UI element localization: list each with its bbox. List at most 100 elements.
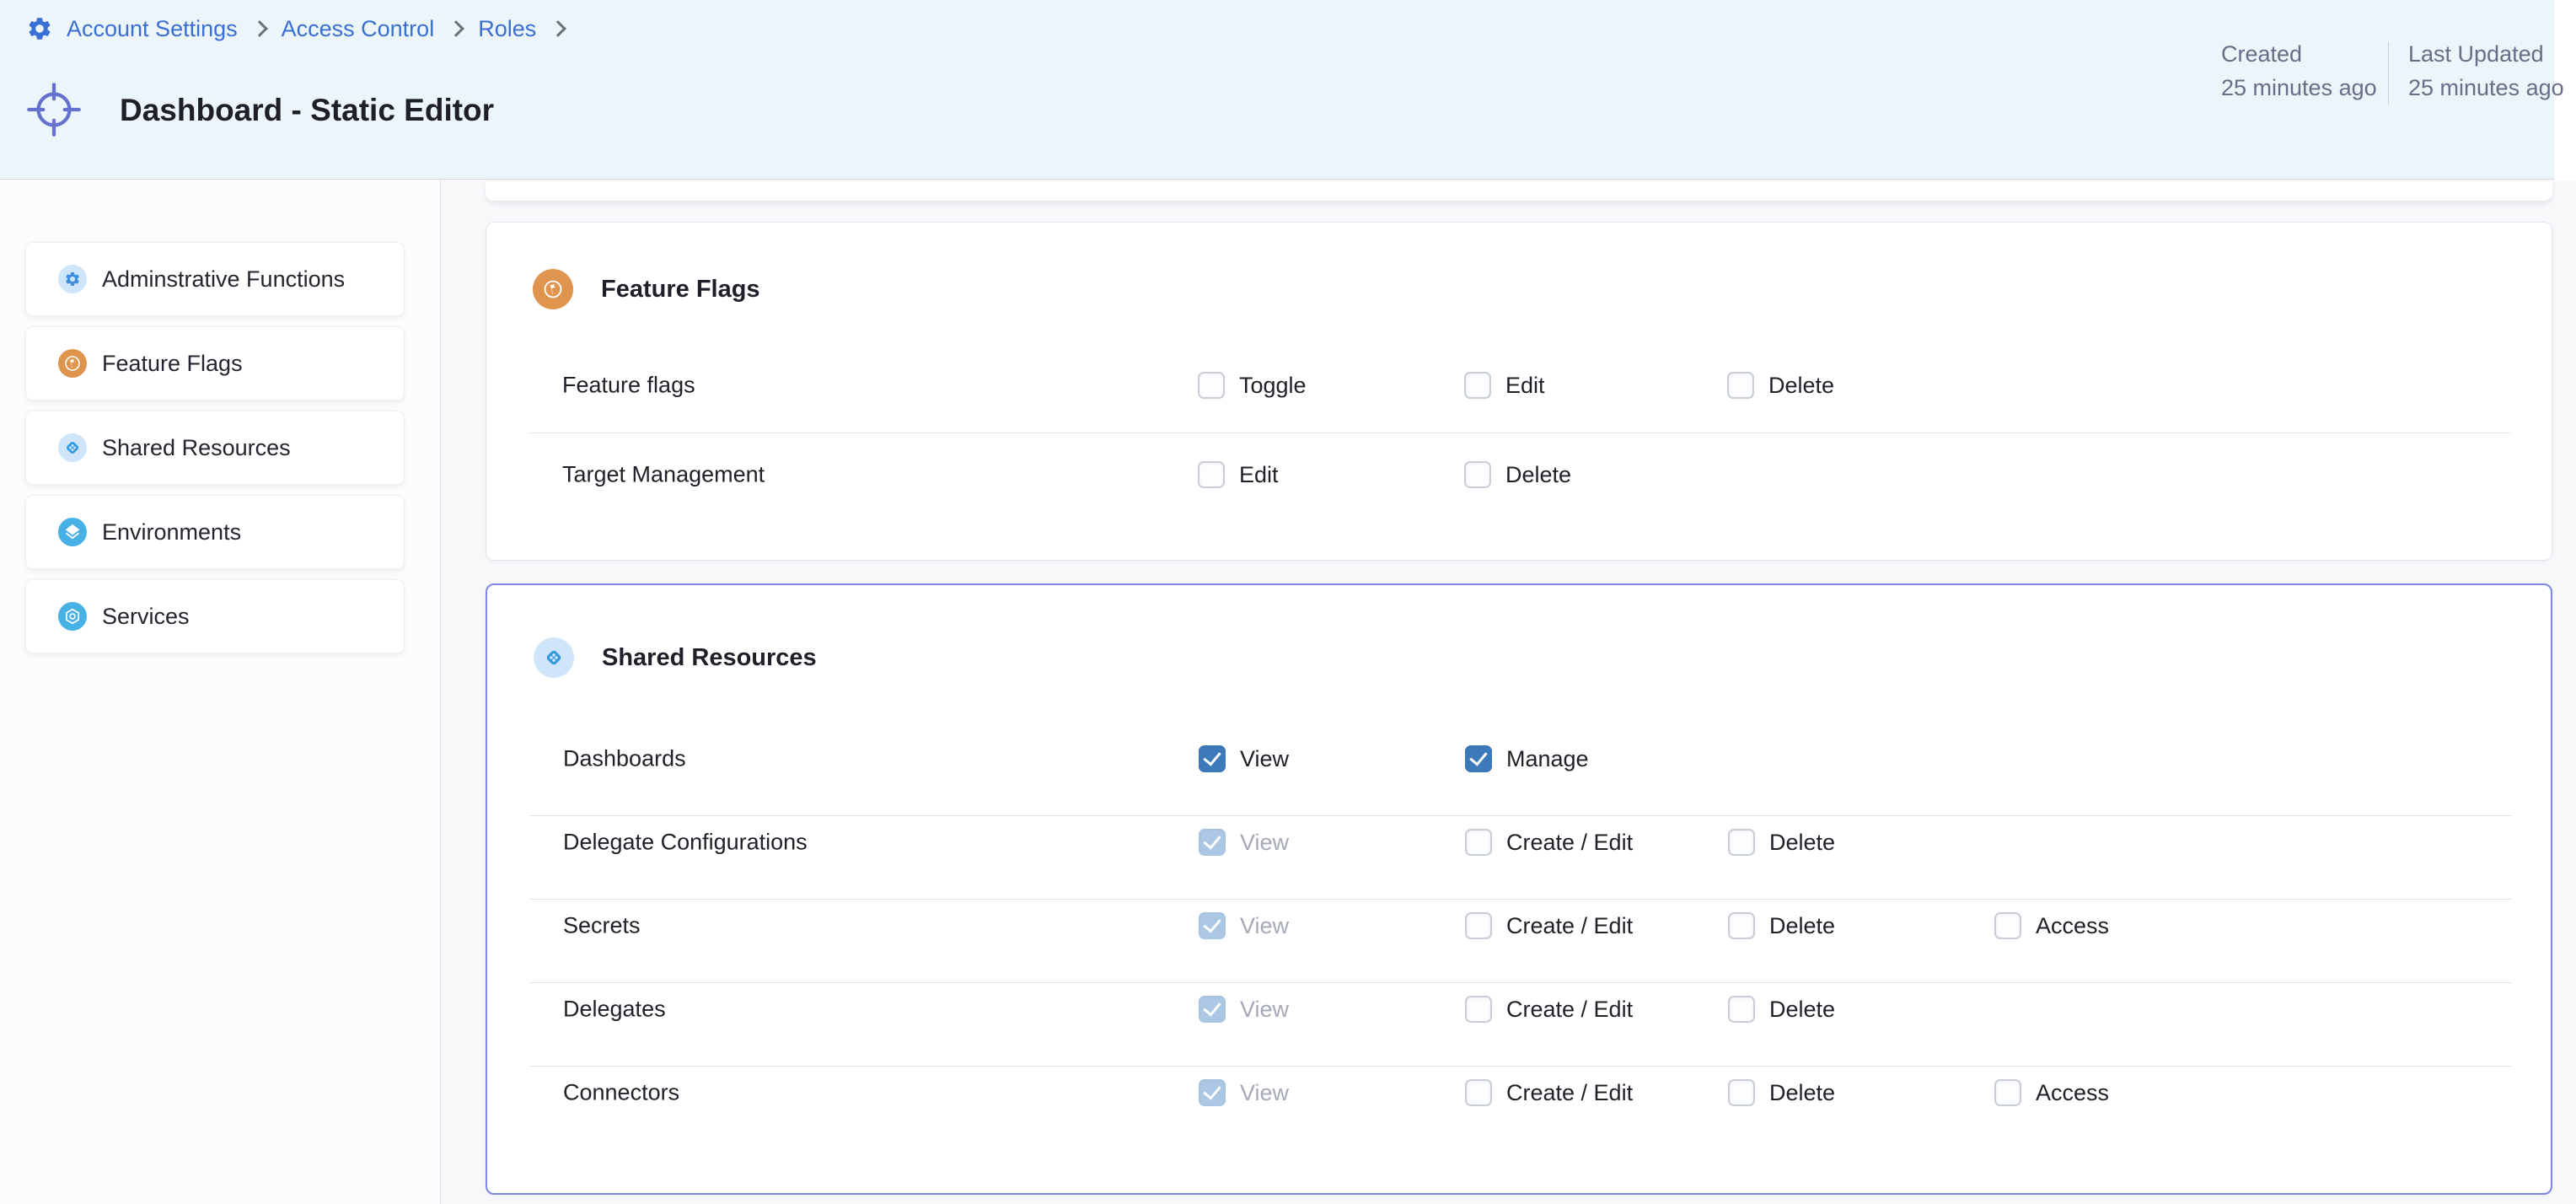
permission-label: Access [2036,1080,2109,1106]
breadcrumb-link-roles[interactable]: Roles [478,16,536,42]
resource-label: Connectors [563,1080,679,1106]
permission-card-feature-flags[interactable]: Feature FlagsFeature flagsToggleEditDele… [486,222,2552,561]
flag-icon [533,269,573,309]
permission-checkbox-manage[interactable] [1465,745,1492,772]
permission-checkbox-access[interactable] [1994,912,2021,939]
permission-cell: Create / Edit [1465,996,1633,1023]
created-label: Created [2221,39,2377,69]
permission-cell: Create / Edit [1465,829,1633,856]
card-header: Shared Resources [534,637,817,678]
shared-resources-icon [534,637,574,678]
permission-checkbox-toggle[interactable] [1198,372,1225,399]
sidebar-item-label: Shared Resources [102,435,291,461]
permission-checkbox-create-edit[interactable] [1465,996,1492,1023]
resource-category-sidebar: Adminstrative Functions Feature Flags Shar… [0,180,441,1204]
permission-cell: Delete [1728,912,1835,939]
sidebar-item-feature-flags[interactable]: Feature Flags [25,326,405,400]
sidebar-item-environments[interactable]: Environments [25,495,405,569]
permission-cell: View [1199,996,1289,1023]
page-header: Account SettingsAccess ControlRoles Dash… [0,0,2554,180]
permission-checkbox-edit[interactable] [1464,372,1491,399]
permission-cell: Delete [1728,996,1835,1023]
created-value: 25 minutes ago [2221,73,2377,103]
permission-label: Access [2036,913,2109,939]
sidebar-item-shared-resources[interactable]: Shared Resources [25,411,405,485]
resource-row: Connectors View Create / Edit Delete Access [487,1056,2551,1130]
breadcrumb-link-access-control[interactable]: Access Control [282,16,435,42]
gear-icon [58,265,87,293]
permission-cell: Create / Edit [1465,1079,1633,1106]
sidebar-item-label: Adminstrative Functions [102,266,345,293]
resource-row: Secrets View Create / Edit Delete Access [487,889,2551,963]
permission-label: View [1240,830,1289,856]
sidebar-item-adminstrative-functions[interactable]: Adminstrative Functions [25,242,405,316]
permission-label: Create / Edit [1506,830,1633,856]
permission-checkbox-edit[interactable] [1198,461,1225,488]
permission-cell: View [1199,829,1289,856]
permission-label: Create / Edit [1506,1080,1633,1106]
permission-checkbox-create-edit[interactable] [1465,829,1492,856]
role-permissions-page: { "breadcrumb": { "items": ["Account Set… [0,0,2576,1204]
scrolled-card-remnant [486,181,2552,202]
chevron-right-icon [251,20,268,37]
breadcrumb: Account Settings Access Control Roles [26,13,566,44]
permission-label: View [1240,1080,1289,1106]
resource-label: Secrets [563,913,641,939]
permission-card-shared-resources[interactable]: Shared ResourcesDashboardsViewManageDele… [486,583,2552,1195]
sidebar-item-label: Environments [102,519,241,546]
permission-label: Edit [1505,373,1545,399]
permission-label: Delete [1769,1080,1835,1106]
permission-label: View [1240,913,1289,939]
role-crosshair-icon [25,81,83,138]
sidebar-item-label: Services [102,604,190,630]
permission-cell: Delete [1728,1079,1835,1106]
permission-checkbox-view [1199,1079,1226,1106]
sidebar-item-services[interactable]: Services [25,579,405,653]
resource-row: DashboardsViewManage [487,722,2551,796]
permission-cell: Delete [1464,461,1571,488]
last-updated-meta: Last Updated 25 minutes ago [2408,39,2564,103]
permission-label: Edit [1239,462,1279,488]
permission-cell: View [1199,912,1289,939]
permission-cell: View [1199,745,1289,772]
breadcrumb-link-account-settings[interactable]: Account Settings [67,16,238,42]
card-title: Feature Flags [601,276,760,304]
permission-checkbox-access[interactable] [1994,1079,2021,1106]
shared-resources-icon [58,433,87,462]
permission-label: View [1240,997,1289,1023]
last-updated-value: 25 minutes ago [2408,73,2564,103]
permission-cell: Access [1994,1079,2109,1106]
sidebar-item-label: Feature Flags [102,351,243,377]
permission-checkbox-view[interactable] [1199,745,1226,772]
environments-icon [58,518,87,546]
last-updated-label: Last Updated [2408,39,2564,69]
permission-label: View [1240,746,1289,772]
permission-checkbox-delete[interactable] [1728,1079,1755,1106]
permission-label: Toggle [1239,373,1307,399]
resource-label: Delegate Configurations [563,830,808,856]
permission-label: Create / Edit [1506,913,1633,939]
permission-checkbox-delete[interactable] [1727,372,1754,399]
permission-checkbox-delete[interactable] [1464,461,1491,488]
meta-divider [2388,42,2389,105]
permission-checkbox-delete[interactable] [1728,996,1755,1023]
permission-cell: Manage [1465,745,1589,772]
settings-gear-icon [26,15,53,42]
permission-label: Delete [1769,997,1835,1023]
permission-cell: View [1199,1079,1289,1106]
permission-checkbox-create-edit[interactable] [1465,912,1492,939]
permission-cell: Edit [1198,461,1279,488]
permission-checkbox-create-edit[interactable] [1465,1079,1492,1106]
row-divider [529,815,2512,816]
permission-checkbox-delete[interactable] [1728,912,1755,939]
permission-checkbox-view [1199,829,1226,856]
resource-row: Target ManagementEditDelete [486,438,2552,512]
card-title: Shared Resources [602,644,817,672]
permission-checkbox-delete[interactable] [1728,829,1755,856]
permission-cell: Edit [1464,372,1545,399]
resource-row: DelegatesViewCreate / EditDelete [487,972,2551,1046]
resource-row: Feature flagsToggleEditDelete [486,348,2552,422]
resource-row: Delegate Configurations View Create / Edit… [487,805,2551,879]
flag-icon [58,349,87,378]
permission-cell: Create / Edit [1465,912,1633,939]
